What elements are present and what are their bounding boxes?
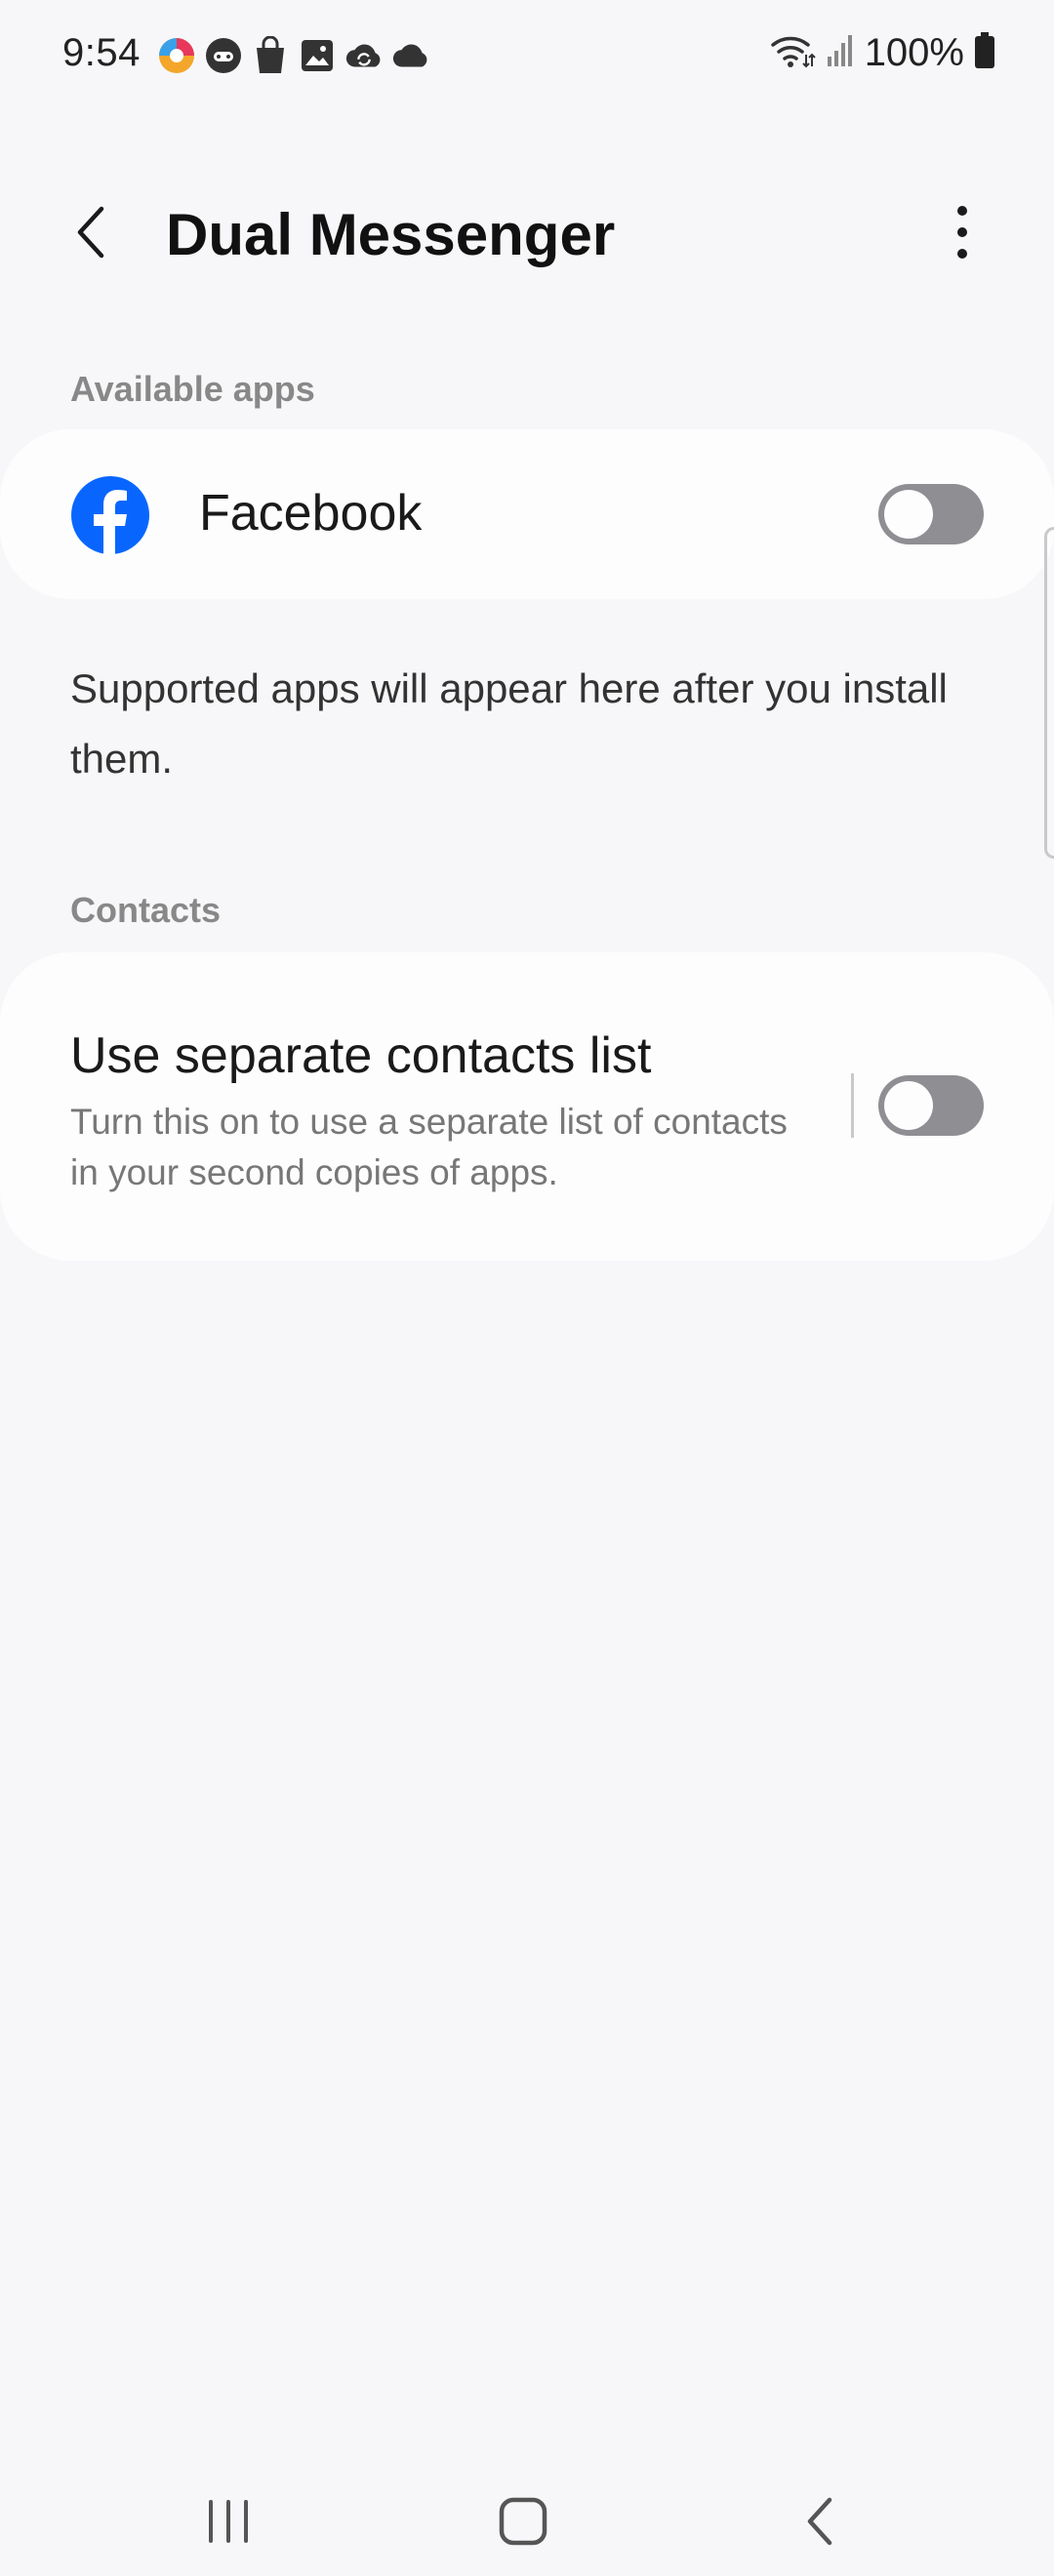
facebook-toggle[interactable] — [878, 484, 984, 544]
battery-icon — [974, 32, 995, 74]
battery-percentage: 100% — [864, 31, 964, 74]
game-icon — [203, 35, 244, 76]
separate-contacts-toggle[interactable] — [878, 1075, 984, 1136]
app-row-facebook[interactable]: Facebook — [0, 429, 1054, 599]
wifi-icon — [769, 31, 816, 75]
recents-button[interactable] — [180, 2475, 277, 2572]
status-bar: 9:54 100% — [0, 0, 1054, 109]
supported-apps-info: Supported apps will appear here after yo… — [70, 665, 948, 782]
separate-contacts-description: Turn this on to use a separate list of c… — [70, 1102, 788, 1192]
app-label-facebook: Facebook — [199, 485, 423, 542]
scroll-indicator[interactable] — [1044, 527, 1054, 859]
back-button[interactable] — [55, 197, 129, 271]
separate-contacts-title: Use separate contacts list — [70, 1027, 652, 1084]
browser-icon — [156, 35, 197, 76]
separate-contacts-row[interactable]: Use separate contacts list Turn this on … — [0, 952, 1054, 1261]
status-right: 100% — [769, 31, 995, 75]
section-header-contacts: Contacts — [70, 890, 222, 930]
page-title: Dual Messenger — [166, 202, 616, 267]
nav-back-button[interactable] — [771, 2475, 869, 2572]
app-bar: Dual Messenger — [0, 176, 1054, 293]
back-arrow-icon — [72, 203, 111, 266]
vertical-divider — [851, 1073, 854, 1138]
more-vertical-icon — [956, 205, 968, 264]
signal-icon — [826, 33, 855, 73]
notification-icons — [156, 35, 431, 76]
back-icon — [802, 2494, 837, 2554]
facebook-icon — [70, 475, 150, 555]
gallery-icon — [297, 35, 338, 76]
cloud-sync-icon — [344, 35, 385, 76]
toggle-knob — [884, 490, 933, 539]
cloud-icon — [390, 35, 431, 76]
navigation-bar — [0, 2459, 1054, 2556]
shopping-bag-icon — [250, 35, 291, 76]
home-button[interactable] — [474, 2475, 572, 2572]
toggle-knob — [884, 1081, 933, 1130]
recents-icon — [205, 2498, 252, 2550]
section-header-available-apps: Available apps — [70, 369, 315, 409]
more-options-button[interactable] — [925, 197, 999, 271]
home-icon — [498, 2496, 548, 2552]
status-time: 9:54 — [62, 31, 141, 74]
